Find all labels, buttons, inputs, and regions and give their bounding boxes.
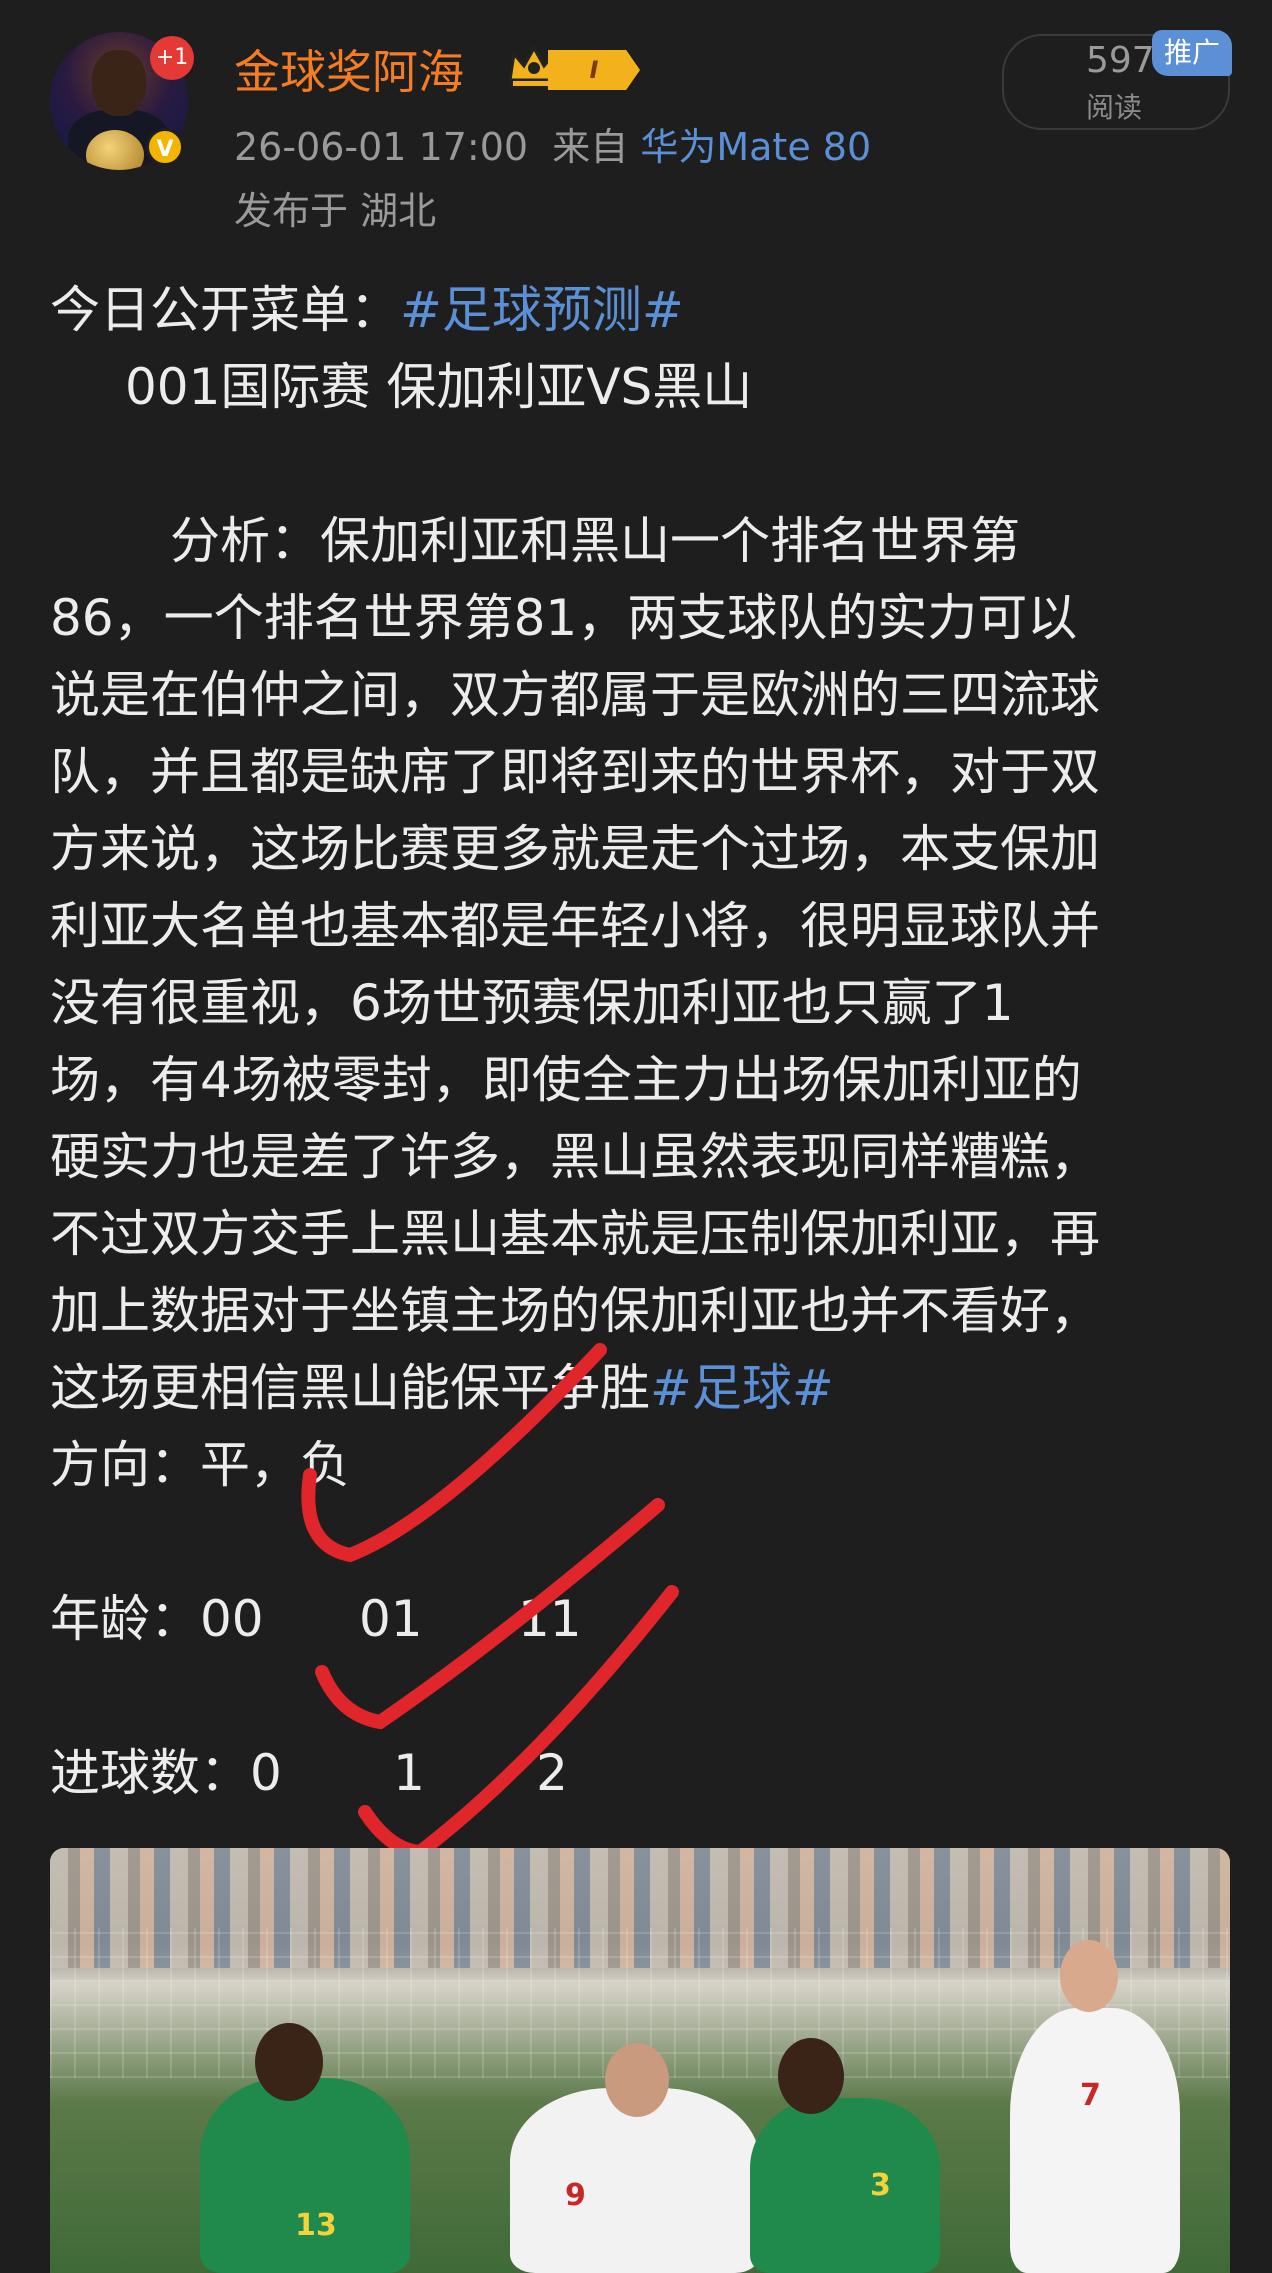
age-line: 年龄：00 01 11 (50, 1590, 582, 1648)
analysis-line: 分析：保加利亚和黑山一个排名世界第 (170, 512, 1020, 570)
conclusion-text: 这场更相信黑山能保平争胜 (50, 1359, 650, 1417)
device-link[interactable]: 华为Mate 80 (640, 125, 871, 169)
player-head (778, 2038, 844, 2114)
jersey-number: 13 (295, 2208, 337, 2243)
post-content: 今日公开菜单：#足球预测# 001国际赛 保加利亚VS黑山 分析：保加利亚和黑山… (50, 272, 1230, 1812)
read-label: 阅读 (1086, 91, 1143, 124)
author-name[interactable]: 金球奖阿海 (234, 36, 464, 102)
analysis-line: 没有很重视，6场世预赛保加利亚也只赢了1 (50, 974, 1014, 1032)
read-count: 597 (1086, 40, 1155, 81)
analysis-line: 加上数据对于坐镇主场的保加利亚也并不看好， (50, 1282, 1100, 1340)
promo-badge[interactable]: 推广 (1152, 30, 1232, 76)
jersey-number: 7 (1080, 2078, 1101, 2113)
analysis-line: 不过双方交手上黑山基本就是压制保加利亚，再 (50, 1205, 1100, 1263)
conclusion-line: 这场更相信黑山能保平争胜#足球# (50, 1350, 1230, 1427)
hashtag-football-prediction[interactable]: #足球预测# (400, 281, 684, 339)
match-line: 001国际赛 保加利亚VS黑山 (125, 358, 753, 416)
jersey-number: 9 (565, 2178, 586, 2213)
player-poland-7 (1010, 2008, 1180, 2273)
menu-label: 今日公开菜单： (50, 281, 400, 339)
level-badge: I (548, 50, 640, 90)
jersey-number: 3 (870, 2168, 891, 2203)
analysis-line: 利亚大名单也基本都是年轻小将，很明显球队并 (50, 897, 1100, 955)
post-image[interactable]: 13 9 3 7 (50, 1848, 1230, 2273)
analysis-line: 86，一个排名世界第81，两支球队的实力可以 (50, 589, 1078, 647)
verified-icon: V (146, 128, 184, 166)
player-head (255, 2023, 323, 2101)
hashtag-football[interactable]: #足球# (650, 1359, 834, 1417)
player-senegal-13 (200, 2078, 410, 2273)
post-location: 发布于 湖北 (234, 189, 437, 233)
player-head (1060, 1940, 1118, 2012)
goals-line: 进球数：0 1 2 (50, 1744, 568, 1802)
direction-line: 方向：平，负 (50, 1436, 350, 1494)
post-datetime: 26-06-01 17:00 (234, 125, 529, 169)
source-prefix: 来自 (552, 125, 629, 169)
analysis-line: 说是在伯仲之间，双方都属于是欧洲的三四流球 (50, 666, 1100, 724)
player-senegal-3 (750, 2098, 940, 2273)
post-meta: 26-06-01 17:00 来自 华为Mate 80 (234, 116, 871, 171)
analysis-line: 方来说，这场比赛更多就是走个过场，本支保加 (50, 820, 1100, 878)
player-head (605, 2043, 669, 2117)
avatar-face (92, 50, 146, 116)
menu-line: 今日公开菜单：#足球预测# (50, 272, 1230, 349)
follow-plus-badge[interactable]: +1 (150, 36, 194, 80)
analysis-line: 队，并且都是缺席了即将到来的世界杯，对于双 (50, 743, 1100, 801)
analysis-line: 场，有4场被零封，即使全主力出场保加利亚的 (50, 1051, 1082, 1109)
analysis-line: 硬实力也是差了许多，黑山虽然表现同样糟糕， (50, 1128, 1100, 1186)
